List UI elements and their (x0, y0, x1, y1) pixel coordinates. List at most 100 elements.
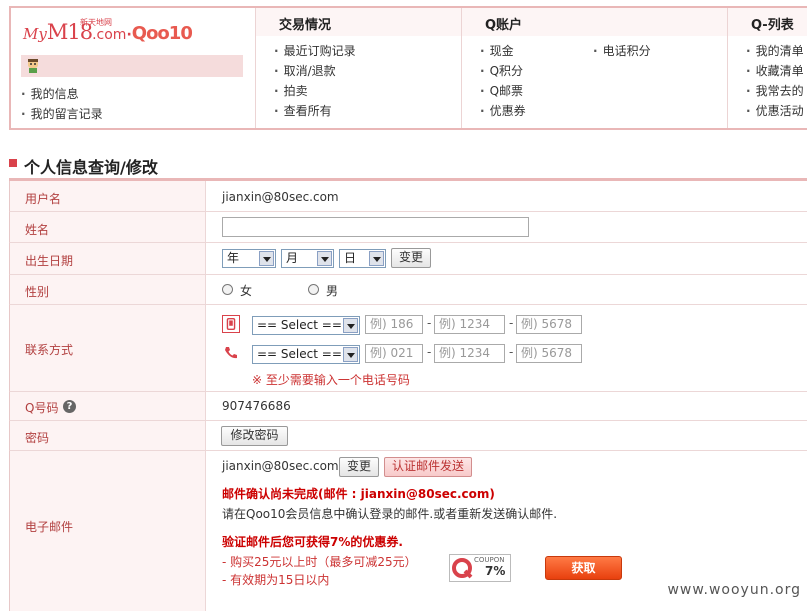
username-label: 用户名 (25, 192, 62, 206)
password-label-cell: 密码 (10, 421, 206, 450)
avatar-icon (28, 59, 38, 73)
birthday-label: 出生日期 (25, 254, 74, 268)
q-account-title: Q账户 (485, 18, 523, 33)
nav-frequent[interactable]: 我常去的 (746, 82, 804, 99)
name-label-cell: 姓名 (10, 212, 206, 242)
coupon-label: COUPON (474, 556, 505, 564)
q-list-title: Q-列表 (751, 18, 794, 33)
trade-column: 交易情况 最近订购记录 取消/退款 拍卖 查看所有 (255, 8, 462, 128)
chevron-down-icon (343, 318, 358, 333)
row-birthday: 出生日期 年 月 日 变更 (9, 243, 807, 275)
nav-phone-points[interactable]: 电话积分 (593, 42, 651, 59)
landline-area-value: == Select == (257, 347, 342, 361)
name-input[interactable] (222, 217, 529, 237)
watermark: www.wooyun.org (667, 582, 801, 598)
site-logo[interactable]: 新天地网 MyM18.com·Qoo10 (23, 18, 193, 46)
coupon-percent: 7% (485, 564, 506, 578)
mobile-area-value: == Select == (257, 318, 342, 332)
dash: - (509, 316, 514, 330)
row-qnumber: Q号码 ? 907476686 (9, 392, 807, 421)
change-password-button[interactable]: 修改密码 (221, 426, 288, 446)
birth-day-value: 日 (344, 251, 357, 265)
nav-q-stamps[interactable]: Q邮票 (480, 82, 523, 99)
row-name: 姓名 (9, 212, 807, 243)
nav-coupons[interactable]: 优惠券 (480, 102, 526, 119)
mobile-part1-input[interactable]: 例) 186 (365, 315, 423, 334)
section-title: 个人信息查询/修改 (24, 158, 158, 177)
logo-my: My (23, 25, 47, 43)
nav-favorites[interactable]: 收藏清单 (746, 62, 804, 79)
username-label-cell: 用户名 (10, 181, 206, 211)
mobile-phone-icon (222, 315, 240, 333)
promo-line-1: - 购买25元以上时（最多可减25元） (222, 555, 417, 569)
contact-note: ※ 至少需要输入一个电话号码 (252, 373, 410, 387)
row-username: 用户名 jianxin@80sec.com (9, 181, 807, 212)
chevron-down-icon (317, 251, 332, 266)
coupon-q-icon (452, 558, 473, 579)
gender-label-cell: 性别 (10, 275, 206, 304)
send-verification-button[interactable]: 认证邮件发送 (384, 457, 472, 477)
password-label: 密码 (25, 431, 50, 445)
dash: - (427, 316, 432, 330)
row-password: 密码 修改密码 (9, 421, 807, 451)
nav-recent-orders[interactable]: 最近订购记录 (274, 42, 356, 59)
qnumber-value: 907476686 (222, 399, 291, 413)
email-label-cell: 电子邮件 (10, 451, 206, 611)
email-label: 电子邮件 (25, 520, 74, 534)
mobile-area-select[interactable]: == Select == (252, 316, 360, 335)
contact-label-cell: 联系方式 (10, 305, 206, 391)
mobile-part3-input[interactable]: 例) 5678 (516, 315, 582, 334)
landline-part2-input[interactable]: 例) 1234 (434, 344, 505, 363)
nav-promotions[interactable]: 优惠活动 (746, 102, 804, 119)
contact-label: 联系方式 (25, 343, 74, 357)
birth-month-select[interactable]: 月 (281, 249, 334, 268)
row-gender: 性别 女 男 (9, 275, 807, 305)
user-bar (21, 55, 243, 77)
email-info: 请在Qoo10会员信息中确认登录的邮件.或者重新发送确认邮件. (222, 507, 558, 521)
top-nav-panel: 新天地网 MyM18.com·Qoo10 我的信息 我的留言记录 交易情况 最近… (9, 6, 807, 130)
birth-year-value: 年 (227, 251, 240, 265)
logo-com: .com (92, 27, 127, 43)
nav-my-list[interactable]: 我的清单 (746, 42, 804, 59)
nav-auction[interactable]: 拍卖 (274, 82, 308, 99)
sidebar-item-messages[interactable]: 我的留言记录 (21, 105, 103, 122)
section-marker (9, 159, 17, 167)
birth-year-select[interactable]: 年 (222, 249, 276, 268)
nav-cancel-refund[interactable]: 取消/退款 (274, 62, 336, 79)
gender-male-radio[interactable] (308, 284, 319, 295)
help-icon[interactable]: ? (63, 400, 76, 413)
nav-view-all[interactable]: 查看所有 (274, 102, 332, 119)
landline-part1-input[interactable]: 例) 021 (365, 344, 423, 363)
logo-subtitle: 新天地网 (80, 18, 112, 27)
email-warning: 邮件确认尚未完成(邮件 : jianxin@80sec.com) (222, 487, 495, 501)
name-label: 姓名 (25, 223, 50, 237)
landline-area-select[interactable]: == Select == (252, 345, 360, 364)
account-column: 新天地网 MyM18.com·Qoo10 我的信息 我的留言记录 (11, 8, 255, 128)
email-change-button[interactable]: 变更 (339, 457, 379, 477)
nav-cash[interactable]: 现金 (480, 42, 514, 59)
qnumber-label: Q号码 (25, 401, 59, 415)
gender-female-label: 女 (240, 284, 253, 298)
gender-female-radio[interactable] (222, 284, 233, 295)
landline-part3-input[interactable]: 例) 5678 (516, 344, 582, 363)
landline-phone-icon (222, 344, 240, 362)
chevron-down-icon (369, 251, 384, 266)
dash: - (509, 345, 514, 359)
logo-qoo10: Qoo10 (131, 23, 193, 44)
birth-day-select[interactable]: 日 (339, 249, 386, 268)
sidebar-item-my-info[interactable]: 我的信息 (21, 85, 79, 102)
birth-month-value: 月 (286, 251, 299, 265)
get-coupon-button[interactable]: 获取 (545, 556, 622, 580)
mobile-part2-input[interactable]: 例) 1234 (434, 315, 505, 334)
email-value: jianxin@80sec.com (222, 459, 339, 473)
qnumber-label-cell: Q号码 ? (10, 392, 206, 420)
coupon-badge: COUPON 7% (449, 554, 511, 582)
row-contact: 联系方式 == Select == 例) 186 - 例) 1234 - 例) … (9, 305, 807, 392)
promo-line-2: - 有效期为15日以内 (222, 573, 330, 587)
birthday-label-cell: 出生日期 (10, 243, 206, 274)
nav-q-points[interactable]: Q积分 (480, 62, 523, 79)
chevron-down-icon (343, 347, 358, 362)
dash: - (427, 345, 432, 359)
birthday-change-button[interactable]: 变更 (391, 248, 431, 268)
chevron-down-icon (259, 251, 274, 266)
